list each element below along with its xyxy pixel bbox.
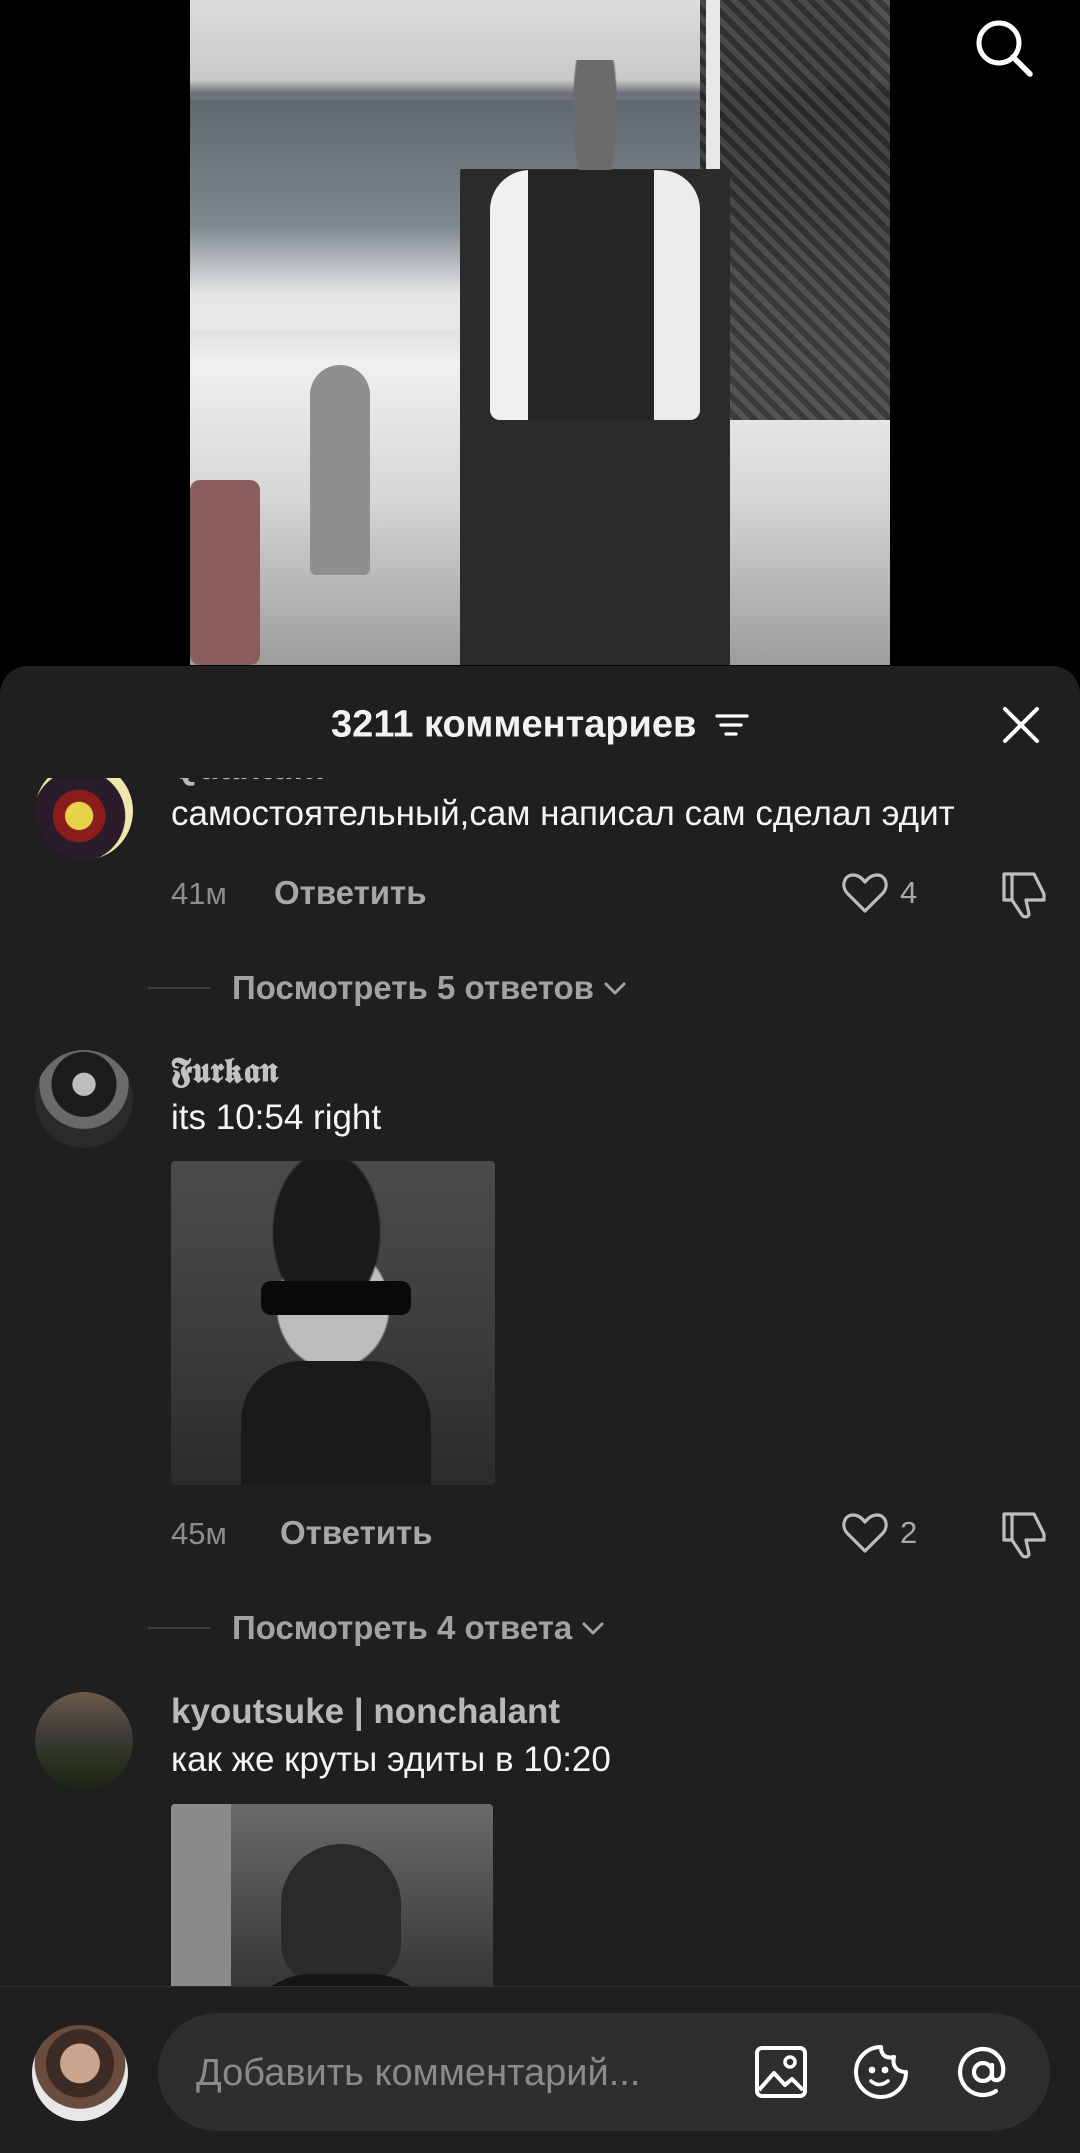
- comment-time: 41м: [171, 876, 227, 911]
- like-button[interactable]: 2: [842, 1510, 917, 1556]
- like-count: 4: [900, 875, 918, 910]
- comment-input-container[interactable]: [158, 2013, 1050, 2133]
- avatar[interactable]: [35, 778, 133, 860]
- dislike-icon: [1002, 872, 1046, 919]
- reply-button[interactable]: Ответить: [280, 1514, 433, 1552]
- comment-list[interactable]: Quantum самостоятельный,сам написал сам …: [0, 778, 1080, 2098]
- comments-title[interactable]: 3211 комментариев: [0, 702, 1080, 746]
- dislike-icon: [1002, 1512, 1046, 1559]
- chevron-down-icon: [604, 982, 626, 995]
- comment-text: самостоятельный,сам написал сам сделал э…: [171, 794, 955, 833]
- my-avatar[interactable]: [32, 2025, 128, 2121]
- comments-sheet: 3211 комментариев Quantum самостоятельны…: [0, 666, 1080, 2152]
- view-replies-button[interactable]: Посмотреть 4 ответа: [148, 1608, 606, 1648]
- comment-time: 45м: [171, 1516, 227, 1551]
- search-icon: [976, 20, 1033, 77]
- image-icon[interactable]: [752, 2043, 810, 2101]
- comment-input[interactable]: [194, 2013, 738, 2133]
- comment-input-bar: [0, 1986, 1080, 2153]
- comment-author[interactable]: 𝕱𝖚𝖗𝖐𝖆𝖓: [171, 1050, 278, 1091]
- comments-count: 3211 комментариев: [331, 703, 697, 746]
- avatar[interactable]: [35, 1692, 133, 1790]
- emoji-icon[interactable]: [852, 2043, 910, 2101]
- mention-icon[interactable]: [954, 2043, 1012, 2101]
- view-replies-label: Посмотреть 4 ответа: [232, 1609, 573, 1646]
- video-rock: [190, 480, 260, 665]
- like-button[interactable]: 4: [842, 870, 917, 916]
- dislike-button[interactable]: [996, 1510, 1048, 1560]
- avatar[interactable]: [35, 1050, 133, 1148]
- search-button[interactable]: [972, 16, 1036, 80]
- view-replies-label: Посмотреть 5 ответов: [232, 969, 594, 1006]
- comment-author[interactable]: kyoutsuke | nonchalant: [171, 1692, 560, 1732]
- heart-icon: [842, 873, 888, 913]
- like-count: 2: [900, 1515, 918, 1550]
- comment-text: как же круты эдиты в 10:20: [171, 1740, 611, 1779]
- heart-icon: [842, 1513, 888, 1553]
- chevron-down-icon: [582, 1622, 604, 1635]
- view-replies-button[interactable]: Посмотреть 5 ответов: [148, 968, 628, 1008]
- close-button[interactable]: [1000, 704, 1042, 746]
- video-player[interactable]: [0, 0, 1080, 700]
- jacket: [241, 1361, 431, 1485]
- filter-icon[interactable]: [715, 710, 749, 740]
- divider: [148, 1627, 210, 1629]
- video-vest: [490, 170, 700, 420]
- reply-button[interactable]: Ответить: [274, 874, 427, 912]
- video-frame[interactable]: [190, 0, 890, 665]
- comment-text: its 10:54 right: [171, 1098, 382, 1137]
- close-icon: [1003, 707, 1039, 743]
- comment-author[interactable]: Quantum: [171, 778, 325, 788]
- dislike-button[interactable]: [996, 870, 1048, 920]
- sunglasses: [261, 1281, 411, 1315]
- divider: [148, 987, 210, 989]
- comment-image[interactable]: [171, 1161, 495, 1485]
- video-background-person: [310, 365, 370, 575]
- person-head: [281, 1844, 401, 1984]
- comments-header: 3211 комментариев: [0, 666, 1080, 776]
